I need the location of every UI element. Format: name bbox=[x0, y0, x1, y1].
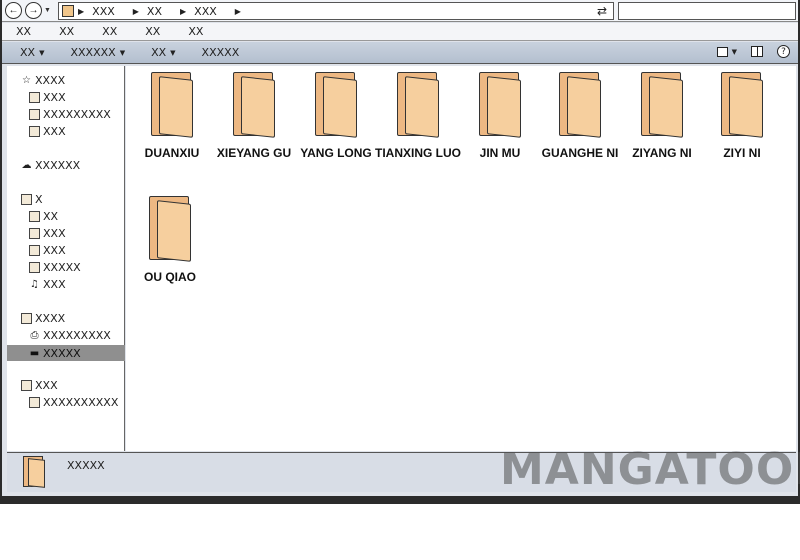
folder-item[interactable]: YANG LONG bbox=[296, 70, 376, 161]
folder-item[interactable]: JIN MU bbox=[460, 70, 540, 161]
sidebar-item[interactable]: XXXXX bbox=[29, 259, 81, 275]
window-shadow bbox=[0, 496, 800, 504]
history-dropdown-icon[interactable]: ▼ bbox=[44, 7, 51, 14]
downloads-icon bbox=[29, 91, 40, 103]
sidebar-item[interactable]: XXX bbox=[29, 225, 66, 241]
view-icon[interactable] bbox=[716, 46, 728, 57]
sidebar-item-computer[interactable]: X bbox=[21, 191, 43, 207]
computer-icon bbox=[21, 193, 32, 205]
chevron-right-icon[interactable]: ▶ bbox=[235, 7, 241, 16]
command-organize[interactable]: XX ▼ bbox=[20, 46, 44, 59]
music-icon: ♫ bbox=[30, 278, 39, 290]
address-bar: ← → ▼ ▶ XXX ▶ XX ▶ XXX ▶ ⇄ bbox=[2, 0, 798, 22]
sidebar-item[interactable]: XXXXXXXXX bbox=[29, 106, 111, 122]
breadcrumb-item[interactable]: ▶ XXX bbox=[180, 5, 217, 18]
folder-item[interactable]: TIANXING LUO bbox=[375, 70, 461, 161]
network-icon bbox=[21, 312, 32, 324]
desktop-icon bbox=[29, 108, 40, 120]
folder-item[interactable]: ZIYANG NI bbox=[622, 70, 702, 161]
sidebar-item[interactable]: XXX bbox=[29, 242, 66, 258]
folder-name: DUANXIU bbox=[144, 146, 200, 160]
folder-icon bbox=[147, 194, 193, 264]
folder-name: YANG LONG bbox=[300, 146, 372, 160]
folder-icon bbox=[62, 5, 74, 17]
chevron-right-icon: ▶ bbox=[180, 6, 187, 16]
watermark: MANGATOON bbox=[500, 444, 800, 495]
monitor-icon bbox=[29, 396, 40, 408]
menu-item[interactable]: XX bbox=[145, 25, 160, 38]
folder-icon bbox=[395, 70, 441, 140]
folder-icon bbox=[719, 70, 765, 140]
chevron-right-icon: ▶ bbox=[78, 6, 85, 16]
homegroup-icon bbox=[21, 379, 32, 391]
details-item-count: XXXXX bbox=[67, 459, 105, 472]
help-icon[interactable]: ? bbox=[777, 45, 790, 58]
navigation-pane: ☆ XXXX XXX XXXXXXXXX XXX ☁ XXXXXX X XX XXX… bbox=[7, 66, 125, 451]
folder-icon bbox=[149, 70, 195, 140]
folder-name: XIEYANG GU bbox=[216, 146, 292, 160]
folder-name: TIANXING LUO bbox=[375, 146, 461, 160]
sidebar-item-libraries[interactable]: ☁ XXXXXX bbox=[21, 157, 81, 173]
sidebar-item[interactable]: XXX bbox=[29, 89, 66, 105]
chevron-down-icon[interactable]: ▼ bbox=[732, 48, 737, 56]
device-icon: ▬ bbox=[29, 347, 40, 359]
chevron-down-icon: ▼ bbox=[119, 48, 126, 57]
chevron-down-icon: ▼ bbox=[39, 48, 45, 57]
forward-button[interactable]: → bbox=[25, 2, 42, 19]
menu-item[interactable]: XX bbox=[59, 25, 74, 38]
printer-icon: ⎙ bbox=[30, 329, 39, 341]
folder-name: OU QIAO bbox=[143, 270, 196, 284]
folder-icon bbox=[557, 70, 603, 140]
sidebar-item[interactable]: XXXXXXXXXX bbox=[29, 394, 118, 410]
folder-name: GUANGHE NI bbox=[541, 146, 619, 160]
explorer-window: ← → ▼ ▶ XXX ▶ XX ▶ XXX ▶ ⇄ XX XX XX XX XX X… bbox=[0, 0, 800, 500]
preview-pane-icon[interactable] bbox=[751, 46, 763, 57]
recent-places-icon bbox=[29, 125, 40, 137]
pictures-icon bbox=[29, 261, 40, 273]
star-icon: ☆ bbox=[22, 74, 31, 86]
breadcrumb-item[interactable]: ▶ XXX bbox=[78, 5, 115, 18]
drive-icon bbox=[29, 227, 40, 239]
libraries-icon: ☁ bbox=[21, 159, 32, 171]
path-box[interactable]: ▶ XXX ▶ XX ▶ XXX ▶ ⇄ bbox=[58, 2, 614, 20]
sidebar-item-favorites[interactable]: ☆ XXXX bbox=[21, 72, 65, 88]
sidebar-item[interactable]: XX bbox=[29, 208, 58, 224]
folder-icon bbox=[313, 70, 359, 140]
menu-item[interactable]: XX bbox=[16, 25, 31, 38]
sidebar-item-selected[interactable]: ▬ XXXXX bbox=[7, 345, 125, 361]
folder-name: JIN MU bbox=[479, 146, 521, 160]
command-share[interactable]: XX ▼ bbox=[151, 46, 175, 59]
folder-icon bbox=[639, 70, 685, 140]
command-include[interactable]: XXXXXX ▼ bbox=[70, 46, 125, 59]
chevron-right-icon: ▶ bbox=[132, 6, 139, 16]
sidebar-item[interactable]: ⎙ XXXXXXXXX bbox=[29, 327, 111, 343]
folder-icon bbox=[477, 70, 523, 140]
folder-item[interactable]: GUANGHE NI bbox=[540, 70, 620, 161]
folder-item[interactable]: XIEYANG GU bbox=[214, 70, 294, 161]
file-list: DUANXIU XIEYANG GU YANG LONG TIANXING LU… bbox=[126, 66, 796, 451]
command-bar: XX ▼ XXXXXX ▼ XX ▼ XXXXX ▼ ? bbox=[2, 42, 798, 64]
sidebar-item[interactable]: ♫ XXX bbox=[29, 276, 66, 292]
breadcrumb-item[interactable]: ▶ XX bbox=[133, 5, 162, 18]
back-button[interactable]: ← bbox=[5, 2, 22, 19]
document-icon bbox=[29, 244, 40, 256]
chevron-down-icon: ▼ bbox=[170, 48, 176, 57]
folder-name: ZIYI NI bbox=[723, 146, 761, 160]
menu-item[interactable]: XX bbox=[102, 25, 117, 38]
sidebar-item-network[interactable]: XXXX bbox=[21, 310, 65, 326]
refresh-icon[interactable]: ⇄ bbox=[597, 4, 607, 18]
folder-item[interactable]: ZIYI NI bbox=[702, 70, 782, 161]
folder-item[interactable]: DUANXIU bbox=[132, 70, 212, 161]
command-new-folder[interactable]: XXXXX bbox=[202, 46, 240, 59]
folder-icon bbox=[231, 70, 277, 140]
menu-bar: XX XX XX XX XX bbox=[2, 23, 798, 41]
folder-icon bbox=[23, 456, 47, 488]
folder-item[interactable]: OU QIAO bbox=[130, 194, 210, 285]
drive-icon bbox=[29, 210, 40, 222]
search-input[interactable] bbox=[618, 2, 796, 20]
folder-name: ZIYANG NI bbox=[632, 146, 692, 160]
sidebar-item-homegroup[interactable]: XXX bbox=[21, 377, 58, 393]
menu-item[interactable]: XX bbox=[188, 25, 203, 38]
sidebar-item[interactable]: XXX bbox=[29, 123, 66, 139]
